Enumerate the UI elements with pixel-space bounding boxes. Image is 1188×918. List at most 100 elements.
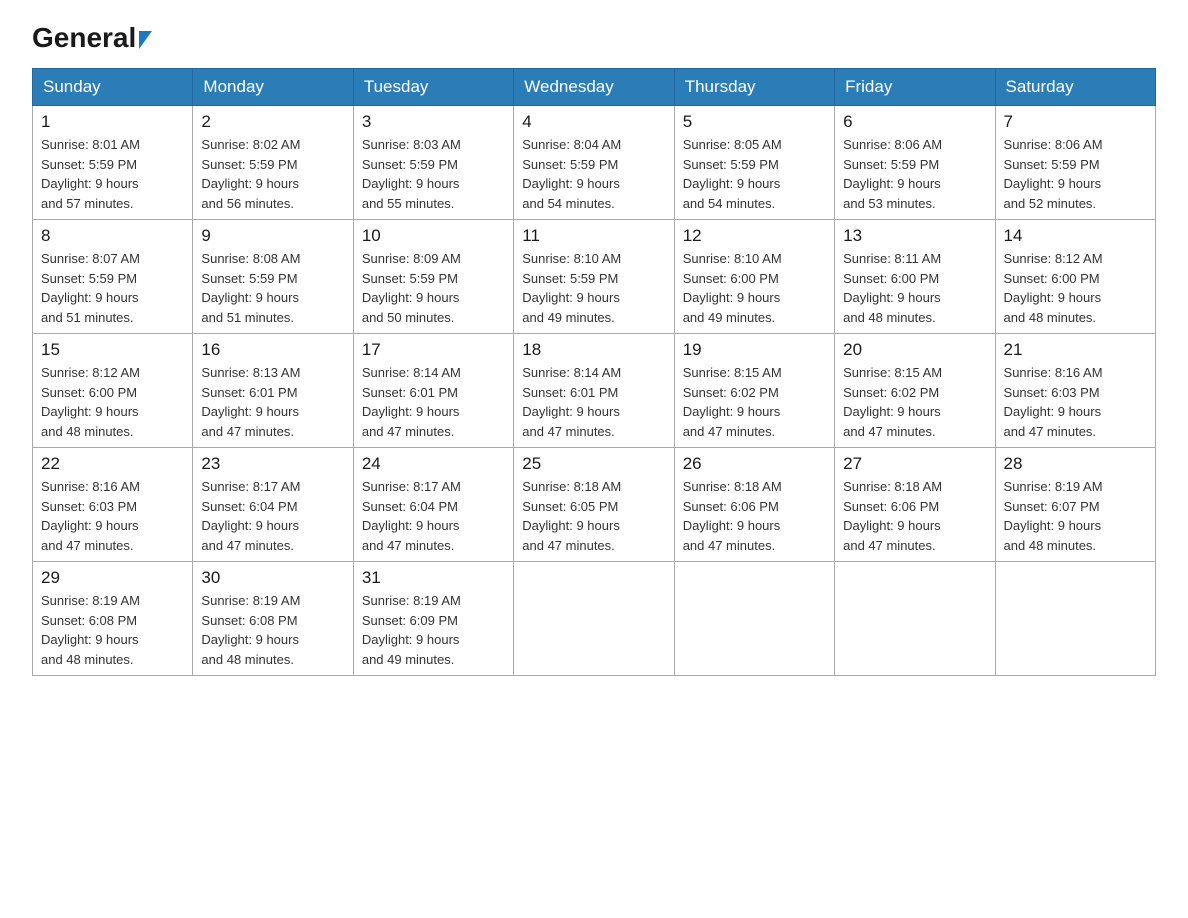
calendar-day-cell: 13 Sunrise: 8:11 AMSunset: 6:00 PMDaylig… — [835, 220, 995, 334]
calendar-day-cell: 31 Sunrise: 8:19 AMSunset: 6:09 PMDaylig… — [353, 562, 513, 676]
day-info: Sunrise: 8:19 AMSunset: 6:08 PMDaylight:… — [41, 593, 140, 667]
day-info: Sunrise: 8:01 AMSunset: 5:59 PMDaylight:… — [41, 137, 140, 211]
day-info: Sunrise: 8:06 AMSunset: 5:59 PMDaylight:… — [1004, 137, 1103, 211]
day-number: 1 — [41, 112, 184, 132]
calendar-day-cell: 4 Sunrise: 8:04 AMSunset: 5:59 PMDayligh… — [514, 106, 674, 220]
calendar-day-cell: 21 Sunrise: 8:16 AMSunset: 6:03 PMDaylig… — [995, 334, 1155, 448]
calendar-day-cell: 18 Sunrise: 8:14 AMSunset: 6:01 PMDaylig… — [514, 334, 674, 448]
day-number: 19 — [683, 340, 826, 360]
calendar-day-cell: 3 Sunrise: 8:03 AMSunset: 5:59 PMDayligh… — [353, 106, 513, 220]
calendar-day-cell: 5 Sunrise: 8:05 AMSunset: 5:59 PMDayligh… — [674, 106, 834, 220]
day-number: 24 — [362, 454, 505, 474]
day-info: Sunrise: 8:17 AMSunset: 6:04 PMDaylight:… — [362, 479, 461, 553]
day-info: Sunrise: 8:18 AMSunset: 6:06 PMDaylight:… — [683, 479, 782, 553]
day-info: Sunrise: 8:14 AMSunset: 6:01 PMDaylight:… — [522, 365, 621, 439]
day-of-week-header: Wednesday — [514, 69, 674, 106]
day-number: 3 — [362, 112, 505, 132]
calendar-week-row: 1 Sunrise: 8:01 AMSunset: 5:59 PMDayligh… — [33, 106, 1156, 220]
day-number: 29 — [41, 568, 184, 588]
day-info: Sunrise: 8:13 AMSunset: 6:01 PMDaylight:… — [201, 365, 300, 439]
calendar-day-cell: 7 Sunrise: 8:06 AMSunset: 5:59 PMDayligh… — [995, 106, 1155, 220]
day-number: 16 — [201, 340, 344, 360]
day-info: Sunrise: 8:15 AMSunset: 6:02 PMDaylight:… — [843, 365, 942, 439]
day-info: Sunrise: 8:04 AMSunset: 5:59 PMDaylight:… — [522, 137, 621, 211]
day-info: Sunrise: 8:03 AMSunset: 5:59 PMDaylight:… — [362, 137, 461, 211]
calendar-day-cell — [674, 562, 834, 676]
day-number: 2 — [201, 112, 344, 132]
day-of-week-header: Sunday — [33, 69, 193, 106]
calendar-day-cell: 27 Sunrise: 8:18 AMSunset: 6:06 PMDaylig… — [835, 448, 995, 562]
day-info: Sunrise: 8:12 AMSunset: 6:00 PMDaylight:… — [41, 365, 140, 439]
day-info: Sunrise: 8:15 AMSunset: 6:02 PMDaylight:… — [683, 365, 782, 439]
day-number: 23 — [201, 454, 344, 474]
day-number: 27 — [843, 454, 986, 474]
day-number: 18 — [522, 340, 665, 360]
calendar-week-row: 15 Sunrise: 8:12 AMSunset: 6:00 PMDaylig… — [33, 334, 1156, 448]
day-info: Sunrise: 8:14 AMSunset: 6:01 PMDaylight:… — [362, 365, 461, 439]
day-number: 21 — [1004, 340, 1147, 360]
calendar-day-cell: 25 Sunrise: 8:18 AMSunset: 6:05 PMDaylig… — [514, 448, 674, 562]
logo-triangle-icon — [139, 31, 152, 49]
day-info: Sunrise: 8:18 AMSunset: 6:06 PMDaylight:… — [843, 479, 942, 553]
day-number: 10 — [362, 226, 505, 246]
calendar-day-cell: 2 Sunrise: 8:02 AMSunset: 5:59 PMDayligh… — [193, 106, 353, 220]
day-info: Sunrise: 8:02 AMSunset: 5:59 PMDaylight:… — [201, 137, 300, 211]
day-info: Sunrise: 8:07 AMSunset: 5:59 PMDaylight:… — [41, 251, 140, 325]
page-header: General — [32, 24, 1156, 52]
day-info: Sunrise: 8:08 AMSunset: 5:59 PMDaylight:… — [201, 251, 300, 325]
calendar-day-cell: 8 Sunrise: 8:07 AMSunset: 5:59 PMDayligh… — [33, 220, 193, 334]
calendar-day-cell: 14 Sunrise: 8:12 AMSunset: 6:00 PMDaylig… — [995, 220, 1155, 334]
day-info: Sunrise: 8:17 AMSunset: 6:04 PMDaylight:… — [201, 479, 300, 553]
day-of-week-header: Friday — [835, 69, 995, 106]
calendar-header-row: SundayMondayTuesdayWednesdayThursdayFrid… — [33, 69, 1156, 106]
day-number: 20 — [843, 340, 986, 360]
day-number: 9 — [201, 226, 344, 246]
day-info: Sunrise: 8:16 AMSunset: 6:03 PMDaylight:… — [41, 479, 140, 553]
day-number: 7 — [1004, 112, 1147, 132]
day-of-week-header: Thursday — [674, 69, 834, 106]
day-number: 14 — [1004, 226, 1147, 246]
calendar-week-row: 8 Sunrise: 8:07 AMSunset: 5:59 PMDayligh… — [33, 220, 1156, 334]
day-number: 13 — [843, 226, 986, 246]
day-number: 12 — [683, 226, 826, 246]
day-of-week-header: Tuesday — [353, 69, 513, 106]
day-number: 15 — [41, 340, 184, 360]
day-number: 17 — [362, 340, 505, 360]
calendar-day-cell: 26 Sunrise: 8:18 AMSunset: 6:06 PMDaylig… — [674, 448, 834, 562]
calendar-day-cell: 23 Sunrise: 8:17 AMSunset: 6:04 PMDaylig… — [193, 448, 353, 562]
calendar-day-cell: 22 Sunrise: 8:16 AMSunset: 6:03 PMDaylig… — [33, 448, 193, 562]
calendar-day-cell: 10 Sunrise: 8:09 AMSunset: 5:59 PMDaylig… — [353, 220, 513, 334]
calendar-week-row: 22 Sunrise: 8:16 AMSunset: 6:03 PMDaylig… — [33, 448, 1156, 562]
calendar-day-cell: 28 Sunrise: 8:19 AMSunset: 6:07 PMDaylig… — [995, 448, 1155, 562]
logo-image: General — [32, 24, 152, 52]
calendar-day-cell: 6 Sunrise: 8:06 AMSunset: 5:59 PMDayligh… — [835, 106, 995, 220]
day-of-week-header: Saturday — [995, 69, 1155, 106]
day-info: Sunrise: 8:09 AMSunset: 5:59 PMDaylight:… — [362, 251, 461, 325]
calendar-day-cell: 17 Sunrise: 8:14 AMSunset: 6:01 PMDaylig… — [353, 334, 513, 448]
day-info: Sunrise: 8:18 AMSunset: 6:05 PMDaylight:… — [522, 479, 621, 553]
calendar-day-cell: 29 Sunrise: 8:19 AMSunset: 6:08 PMDaylig… — [33, 562, 193, 676]
day-number: 30 — [201, 568, 344, 588]
day-info: Sunrise: 8:16 AMSunset: 6:03 PMDaylight:… — [1004, 365, 1103, 439]
day-info: Sunrise: 8:11 AMSunset: 6:00 PMDaylight:… — [843, 251, 941, 325]
calendar-day-cell: 1 Sunrise: 8:01 AMSunset: 5:59 PMDayligh… — [33, 106, 193, 220]
day-info: Sunrise: 8:06 AMSunset: 5:59 PMDaylight:… — [843, 137, 942, 211]
calendar-day-cell: 15 Sunrise: 8:12 AMSunset: 6:00 PMDaylig… — [33, 334, 193, 448]
calendar-day-cell: 12 Sunrise: 8:10 AMSunset: 6:00 PMDaylig… — [674, 220, 834, 334]
day-number: 22 — [41, 454, 184, 474]
day-of-week-header: Monday — [193, 69, 353, 106]
day-number: 11 — [522, 226, 665, 246]
calendar-day-cell: 16 Sunrise: 8:13 AMSunset: 6:01 PMDaylig… — [193, 334, 353, 448]
day-info: Sunrise: 8:10 AMSunset: 5:59 PMDaylight:… — [522, 251, 621, 325]
day-number: 5 — [683, 112, 826, 132]
day-info: Sunrise: 8:10 AMSunset: 6:00 PMDaylight:… — [683, 251, 782, 325]
calendar-day-cell: 30 Sunrise: 8:19 AMSunset: 6:08 PMDaylig… — [193, 562, 353, 676]
day-info: Sunrise: 8:19 AMSunset: 6:08 PMDaylight:… — [201, 593, 300, 667]
day-number: 25 — [522, 454, 665, 474]
calendar-week-row: 29 Sunrise: 8:19 AMSunset: 6:08 PMDaylig… — [33, 562, 1156, 676]
day-number: 8 — [41, 226, 184, 246]
calendar-day-cell — [835, 562, 995, 676]
day-info: Sunrise: 8:12 AMSunset: 6:00 PMDaylight:… — [1004, 251, 1103, 325]
calendar-day-cell: 19 Sunrise: 8:15 AMSunset: 6:02 PMDaylig… — [674, 334, 834, 448]
day-info: Sunrise: 8:19 AMSunset: 6:07 PMDaylight:… — [1004, 479, 1103, 553]
